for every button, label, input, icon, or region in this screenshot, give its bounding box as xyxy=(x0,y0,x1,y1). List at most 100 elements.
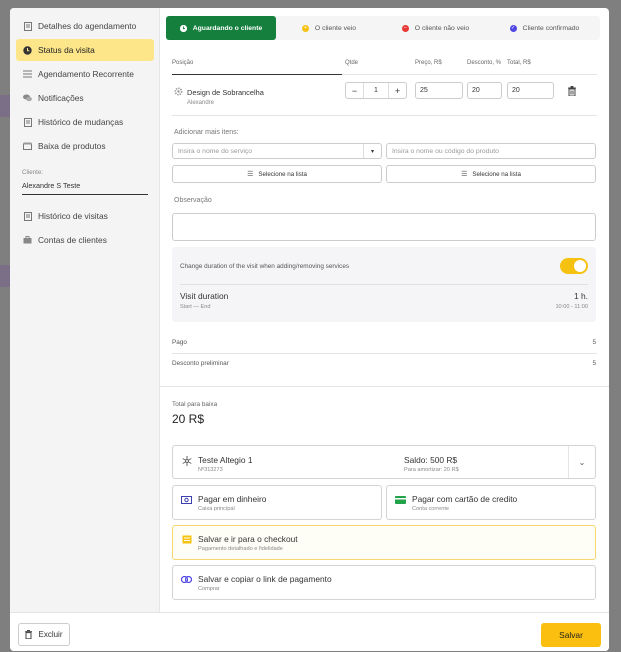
price-input[interactable]: 25 xyxy=(415,82,463,99)
sidebar-item-recurring[interactable]: Agendamento Recorrente xyxy=(16,63,154,85)
copy-payment-link-button[interactable]: Salvar e copiar o link de pagamento Comp… xyxy=(172,565,596,600)
select-product-label: Selecione na lista xyxy=(472,170,521,178)
header-qty: Qtde xyxy=(345,60,359,66)
document-icon xyxy=(23,21,32,31)
box-icon xyxy=(23,142,32,151)
clock-icon xyxy=(23,45,32,55)
observation-textarea[interactable] xyxy=(172,213,596,241)
duration-toggle[interactable] xyxy=(560,258,588,274)
quantity-value[interactable]: 1 xyxy=(363,83,389,98)
client-card-balance: Saldo: 500 R$ xyxy=(404,455,458,465)
snowflake-icon xyxy=(181,455,192,466)
observation-label: Observação xyxy=(174,197,212,204)
briefcase-icon xyxy=(23,236,32,245)
sidebar-item-product-writeoff[interactable]: Baixa de produtos xyxy=(16,135,154,157)
header-divider-accent xyxy=(172,74,342,75)
select-service-button[interactable]: ☰ Selecione na lista xyxy=(172,165,382,183)
pay-card-button[interactable]: Pagar com cartão de credito Conta corren… xyxy=(386,485,596,520)
decrement-button[interactable]: − xyxy=(346,83,363,98)
pay-cash-button[interactable]: Pagar em dinheiro Caixa principal xyxy=(172,485,382,520)
clock-icon xyxy=(179,24,187,32)
status-tab-label: O cliente veio xyxy=(314,24,357,32)
modal-footer: Excluir Salvar xyxy=(10,612,609,651)
client-name[interactable]: Alexandre S Teste xyxy=(22,181,80,190)
visit-duration-title: Visit duration xyxy=(180,291,229,301)
client-label: Cliente: xyxy=(22,169,43,176)
sidebar-item-notifications[interactable]: Notificações xyxy=(16,87,154,109)
paid-value: 5 xyxy=(592,339,596,346)
client-card-id: Nº313273 xyxy=(198,467,223,473)
sidebar-item-label: Status da visita xyxy=(38,45,95,55)
sidebar-item-change-history[interactable]: Histórico de mudanças xyxy=(16,111,154,133)
row-divider xyxy=(172,115,597,116)
trash-icon[interactable] xyxy=(568,86,577,97)
chat-icon xyxy=(23,94,32,103)
save-button[interactable]: Salvar xyxy=(541,623,601,647)
visit-duration-subtitle: Start — End xyxy=(180,304,211,310)
checkout-button[interactable]: Salvar e ir para o checkout Pagamento de… xyxy=(172,525,596,560)
sidebar-item-label: Contas de clientes xyxy=(38,235,107,245)
sidebar-item-label: Notificações xyxy=(38,93,84,103)
toggle-knob xyxy=(574,260,586,272)
discount-value: 5 xyxy=(592,360,596,367)
header-price: Preço, R$ xyxy=(415,60,442,66)
client-underline xyxy=(22,194,148,195)
increment-button[interactable]: + xyxy=(389,83,406,98)
delete-button[interactable]: Excluir xyxy=(18,623,70,646)
sidebar-item-client-accounts[interactable]: Contas de clientes xyxy=(16,229,154,251)
header-position: Posição xyxy=(172,60,194,66)
sidebar-item-visit-status[interactable]: Status da visita xyxy=(16,39,154,61)
service-staff: Alexandre xyxy=(187,100,215,106)
document-icon xyxy=(23,117,32,127)
check-circle-icon: ✓ xyxy=(509,24,517,32)
product-search-input[interactable]: Insira o nome ou código do produto xyxy=(386,143,596,159)
chevron-down-icon[interactable]: ▾ xyxy=(363,144,381,158)
status-tab-label: Cliente confirmado xyxy=(522,24,580,32)
quantity-stepper: − 1 + xyxy=(345,82,407,99)
document-icon xyxy=(23,211,32,221)
link-icon xyxy=(181,574,192,585)
pay-cash-subtitle: Caixa principal xyxy=(198,506,235,512)
delete-label: Excluir xyxy=(38,630,63,639)
checkout-subtitle: Pagamento detalhado e fidelidade xyxy=(198,546,283,552)
checkout-title: Salvar e ir para o checkout xyxy=(198,534,298,544)
total-input[interactable]: 20 xyxy=(507,82,554,99)
header-discount: Desconto, % xyxy=(467,60,502,66)
trash-icon xyxy=(25,630,33,639)
status-tab-label: Aguardando o cliente xyxy=(192,24,263,32)
list-icon xyxy=(23,70,32,79)
pay-card-title: Pagar com cartão de credito xyxy=(412,494,518,504)
chevron-down-icon[interactable]: ⌄ xyxy=(568,446,595,478)
duration-divider xyxy=(180,284,588,285)
visit-duration-value: 1 h. xyxy=(574,291,588,301)
status-tab-confirmed[interactable]: ✓ Cliente confirmado xyxy=(489,16,600,40)
pay-card-subtitle: Conta corrente xyxy=(412,506,450,512)
select-product-button[interactable]: ☰ Selecione na lista xyxy=(386,165,596,183)
select-service-label: Selecione na lista xyxy=(258,170,307,178)
sidebar-item-details[interactable]: Detalhes do agendamento xyxy=(16,15,154,37)
credit-card-icon xyxy=(395,494,406,505)
cash-icon xyxy=(181,494,192,505)
client-card-amortize: Para amortizar: 20 R$ xyxy=(404,467,459,473)
copy-link-title: Salvar e copiar o link de pagamento xyxy=(198,574,332,584)
copy-link-subtitle: Comprar xyxy=(198,586,220,592)
paid-label: Pago xyxy=(172,339,187,346)
receipt-icon xyxy=(181,534,192,545)
sidebar-item-label: Detalhes do agendamento xyxy=(38,21,137,31)
service-name[interactable]: Design de Sobrancelha xyxy=(187,88,264,97)
sidebar-item-label: Baixa de produtos xyxy=(38,141,106,151)
client-account-card: Teste Altegio 1 Nº313273 Saldo: 500 R$ P… xyxy=(172,445,596,479)
status-tab-no-show[interactable]: – O cliente não veio xyxy=(382,16,489,40)
status-tab-arrived[interactable]: + O cliente veio xyxy=(276,16,382,40)
service-search-input[interactable]: Insira o nome do serviço ▾ xyxy=(172,143,382,159)
sidebar-item-label: Histórico de mudanças xyxy=(38,117,124,127)
status-tab-waiting[interactable]: Aguardando o cliente xyxy=(166,16,276,40)
sidebar-item-visit-history[interactable]: Histórico de visitas xyxy=(16,205,154,227)
gear-icon xyxy=(174,87,183,96)
visit-status-bar: Aguardando o cliente + O cliente veio – … xyxy=(166,16,600,40)
status-tab-label: O cliente não veio xyxy=(414,24,470,32)
discount-input[interactable]: 20 xyxy=(467,82,502,99)
section-divider xyxy=(160,386,609,387)
add-items-label: Adicionar mais itens: xyxy=(174,129,239,136)
modal-main: Aguardando o cliente + O cliente veio – … xyxy=(160,8,609,612)
